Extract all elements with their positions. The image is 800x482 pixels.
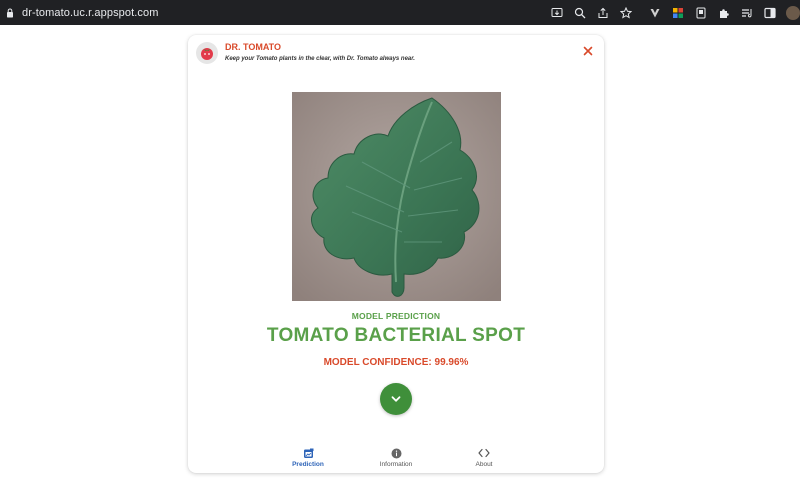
nav-label-information: Information — [379, 461, 413, 468]
share-icon[interactable] — [596, 6, 610, 20]
prediction-label: MODEL PREDICTION — [351, 311, 441, 321]
prediction-result: TOMATO BACTERIAL SPOT — [266, 325, 526, 346]
app-header: DR. TOMATO Keep your Tomato plants in th… — [188, 35, 604, 73]
prediction-icon — [303, 448, 313, 458]
tomato-logo-icon — [196, 42, 218, 64]
close-icon — [583, 46, 593, 56]
app-card: DR. TOMATO Keep your Tomato plants in th… — [188, 35, 604, 473]
zoom-icon[interactable] — [573, 6, 587, 20]
address-bar-url[interactable]: dr-tomato.uc.r.appspot.com — [22, 7, 159, 19]
nav-label-prediction: Prediction — [292, 461, 324, 468]
extension-v-icon[interactable] — [648, 6, 662, 20]
browser-actions — [550, 0, 800, 25]
extension-grid-icon[interactable] — [671, 6, 685, 20]
code-icon — [478, 448, 490, 458]
nav-label-about: About — [475, 461, 493, 468]
expand-details-button[interactable] — [380, 383, 412, 415]
extension-reader-icon[interactable] — [694, 6, 708, 20]
app-tagline: Keep your Tomato plants in the clear, wi… — [225, 56, 415, 62]
model-confidence: MODEL CONFIDENCE: 99.96% — [323, 357, 469, 368]
browser-toolbar: dr-tomato.uc.r.appspot.com — [0, 0, 800, 25]
nav-item-about[interactable]: About — [454, 447, 514, 468]
profile-avatar-icon[interactable] — [786, 5, 800, 20]
info-icon — [391, 448, 401, 458]
app-title: DR. TOMATO — [225, 42, 281, 52]
nav-item-prediction[interactable]: Prediction — [278, 447, 338, 468]
reading-list-icon[interactable] — [740, 6, 754, 20]
chevron-down-icon — [391, 396, 401, 402]
lock-icon — [7, 8, 13, 17]
install-app-icon[interactable] — [550, 6, 564, 20]
side-panel-icon[interactable] — [763, 6, 777, 20]
bookmark-star-icon[interactable] — [619, 6, 633, 20]
nav-item-information[interactable]: Information — [366, 447, 426, 468]
close-button[interactable] — [581, 44, 595, 58]
extensions-puzzle-icon[interactable] — [717, 6, 731, 20]
bottom-navigation: Prediction Information About — [188, 447, 604, 471]
uploaded-leaf-image — [292, 92, 501, 301]
